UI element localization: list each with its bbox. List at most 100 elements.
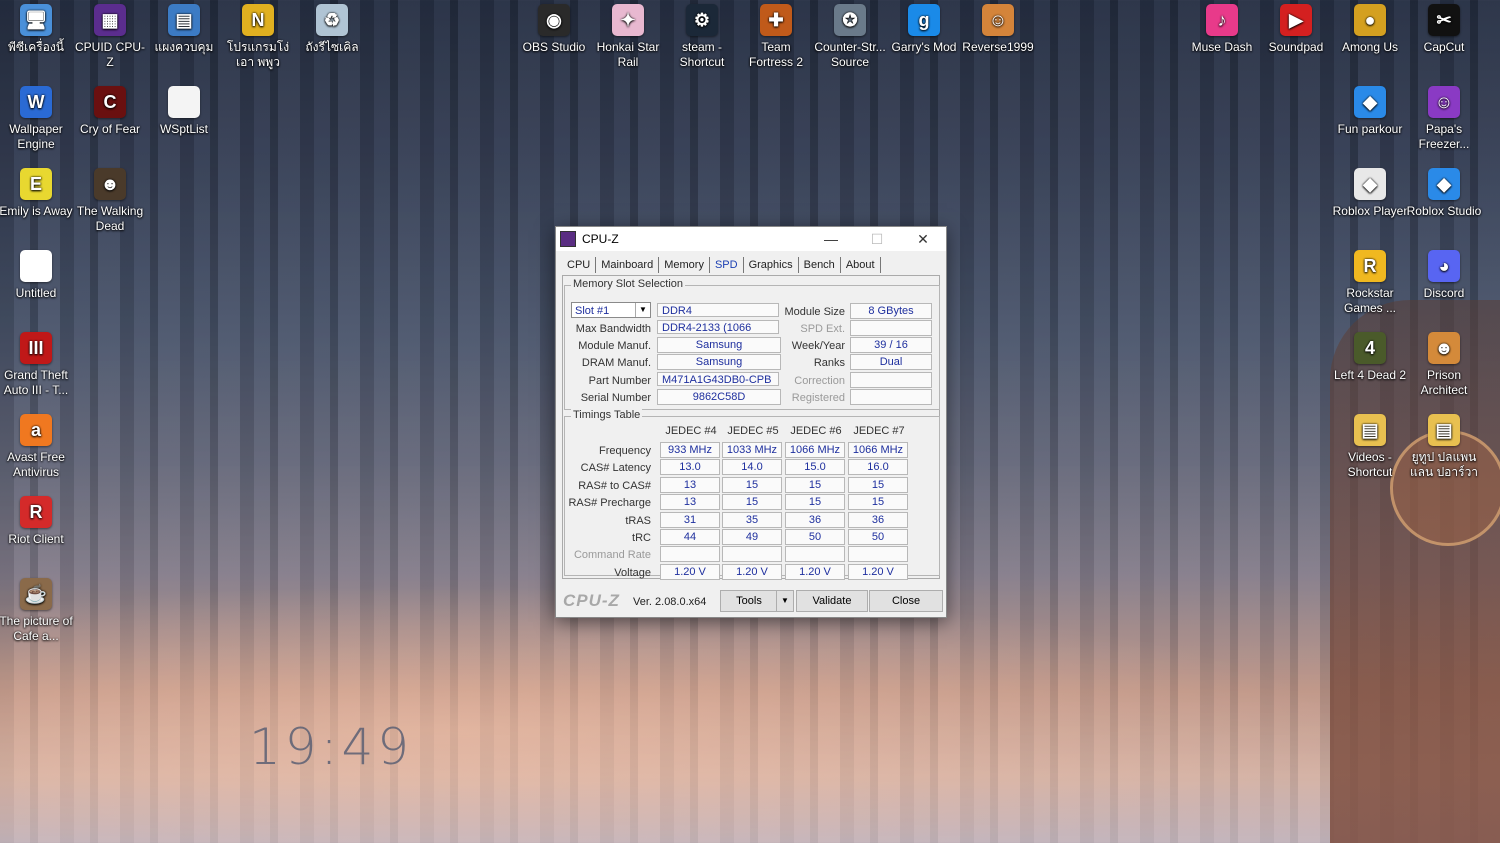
desktop-icon[interactable]: ▦ CPUID CPU-Z	[72, 0, 148, 70]
desktop-icon[interactable]: ▶ Soundpad	[1258, 0, 1334, 55]
desktop-icon[interactable]: ♻ ถังรีไซเคิล	[294, 0, 370, 55]
timing-row-label: Voltage	[614, 566, 651, 579]
wallpaper-engine-icon: W	[20, 86, 52, 118]
maximize-button[interactable]: ☐	[854, 227, 900, 251]
timing-cell	[722, 546, 782, 563]
desktop-icon[interactable]: ◆ Roblox Player	[1332, 164, 1408, 219]
title-bar[interactable]: CPU-Z — ☐ ✕	[556, 227, 946, 251]
minimize-button[interactable]: —	[808, 227, 854, 251]
desktop-icon[interactable]: III Grand Theft Auto III - T...	[0, 328, 74, 398]
desktop-icon[interactable]: ☺ Papa's Freezer...	[1406, 82, 1482, 152]
desktop-icon[interactable]: 🖥 พีซีเครื่องนี้	[0, 0, 74, 55]
desktop-icon[interactable]: ▤ Videos - Shortcut	[1332, 410, 1408, 480]
desktop-icon[interactable]: ☻ The Walking Dead	[72, 164, 148, 234]
desktop-icon[interactable]: W Wallpaper Engine	[0, 82, 74, 152]
desktop-icon[interactable]: ◆ Roblox Studio	[1406, 164, 1482, 219]
tab-memory[interactable]: Memory	[659, 257, 710, 273]
desktop-icon[interactable]: a Avast Free Antivirus	[0, 410, 74, 480]
timing-row-label: CAS# Latency	[580, 462, 651, 475]
ranks-value: Dual	[850, 354, 932, 370]
desktop-icon-label: Among Us	[1341, 40, 1399, 54]
desktop-icon[interactable]: ◆ Fun parkour	[1332, 82, 1408, 137]
timing-cell: 13.0	[660, 459, 720, 476]
correction-value	[850, 372, 932, 388]
desktop-icon[interactable]: ☻ Prison Architect	[1406, 328, 1482, 398]
left4dead-icon: 4	[1354, 332, 1386, 364]
spd-ext-value	[850, 320, 932, 336]
desktop-icon[interactable]: ▤ แผงควบคุม	[146, 0, 222, 55]
gta-icon: III	[20, 332, 52, 364]
timings-group-label: Timings Table	[571, 409, 643, 421]
desktop-icon[interactable]: ⚙ steam - Shortcut	[664, 0, 740, 70]
desktop-icon[interactable]: ● Among Us	[1332, 0, 1408, 55]
slot-select[interactable]: Slot #1 ▼	[571, 302, 651, 318]
timing-cell: 15	[848, 476, 908, 493]
timing-cell: 1.20 V	[848, 563, 908, 580]
desktop-icon[interactable]: R Rockstar Games ...	[1332, 246, 1408, 316]
desktop-icon-label: Wallpaper Engine	[9, 122, 63, 151]
cpuz-brand: CPU-Z	[563, 591, 620, 610]
desktop-icon[interactable]: ☕ The picture of Cafe a...	[0, 574, 74, 644]
desktop-icon[interactable]: ▤ ยูทูป ปลแพนแลน ปอาร์วา	[1406, 410, 1482, 480]
desktop-icon[interactable]: N โปรแกรมโง่เอา พพูว	[220, 0, 296, 70]
memory-slot-group-label: Memory Slot Selection	[571, 278, 686, 290]
desktop-icon[interactable]: E Emily is Away	[0, 164, 74, 219]
desktop-icon-label: CapCut	[1423, 40, 1465, 54]
desktop-icon[interactable]: ✚ Team Fortress 2	[738, 0, 814, 70]
tab-bench[interactable]: Bench	[799, 257, 841, 273]
desktop-icon-label: The picture of Cafe a...	[0, 614, 73, 643]
ranks-label: Ranks	[813, 357, 845, 369]
reverse1999-icon: ☺	[982, 4, 1014, 36]
desktop-icon[interactable]: ◕ Discord	[1406, 246, 1482, 301]
desktop-icon[interactable]: WSptList	[146, 82, 222, 137]
tools-button[interactable]: Tools	[720, 590, 778, 612]
desktop-icon-label: Team Fortress 2	[748, 40, 803, 69]
desktop-icon[interactable]: R Riot Client	[0, 492, 74, 547]
tab-about[interactable]: About	[841, 257, 881, 273]
desktop-icon[interactable]: Untitled	[0, 246, 74, 301]
close-window-button[interactable]: ✕	[900, 227, 946, 251]
discord-icon: ◕	[1428, 250, 1460, 282]
timing-cell: 36	[785, 511, 845, 528]
desktop-icon-label: WSptList	[159, 122, 208, 136]
close-button[interactable]: Close	[869, 590, 943, 612]
desktop-icon-label: Roblox Player	[1332, 204, 1408, 218]
desktop-icon[interactable]: ☺ Reverse1999	[960, 0, 1036, 55]
desktop-icon-label: Roblox Studio	[1406, 204, 1482, 218]
desktop-icon[interactable]: ♪ Muse Dash	[1184, 0, 1260, 55]
timing-cell: 15	[785, 476, 845, 493]
document-icon	[168, 86, 200, 118]
folder-icon: ▤	[1428, 414, 1460, 446]
timing-cell: 13	[660, 494, 720, 511]
max-bandwidth-label: Max Bandwidth	[575, 323, 651, 335]
desktop-icon-label: Rockstar Games ...	[1343, 286, 1396, 315]
desktop-icon[interactable]: ✪ Counter-Str... Source	[812, 0, 888, 70]
desktop-icon-label: พีซีเครื่องนี้	[8, 40, 64, 54]
desktop-icon[interactable]: ✂ CapCut	[1406, 0, 1482, 55]
tab-graphics[interactable]: Graphics	[744, 257, 799, 273]
timing-cell	[785, 546, 845, 563]
timing-cell: 31	[660, 511, 720, 528]
tab-spd[interactable]: SPD	[709, 257, 744, 273]
timing-cell: 14.0	[722, 459, 782, 476]
among-us-icon: ●	[1354, 4, 1386, 36]
avast-icon: a	[20, 414, 52, 446]
cpuz-window: CPU-Z — ☐ ✕ CPU Mainboard Memory SPD Gra…	[555, 226, 947, 618]
roblox-fun-parkour-icon: ◆	[1354, 86, 1386, 118]
footer-bar: CPU-Z Ver. 2.08.0.x64 Tools ▼ Validate C…	[556, 583, 946, 617]
tools-dropdown-button[interactable]: ▼	[776, 590, 794, 612]
desktop-icon[interactable]: ✦ Honkai Star Rail	[590, 0, 666, 70]
capcut-icon: ✂	[1428, 4, 1460, 36]
validate-button[interactable]: Validate	[796, 590, 868, 612]
timing-cell	[848, 546, 908, 563]
tab-cpu[interactable]: CPU	[562, 257, 597, 273]
desktop-icon[interactable]: g Garry's Mod	[886, 0, 962, 55]
chevron-down-icon: ▼	[635, 303, 650, 317]
desktop-icon-label: Reverse1999	[962, 40, 1034, 54]
tab-mainboard[interactable]: Mainboard	[596, 257, 660, 273]
desktop-icon[interactable]: ◉ OBS Studio	[516, 0, 592, 55]
timing-cell: 13	[660, 476, 720, 493]
timing-cell: 50	[848, 529, 908, 545]
desktop-icon[interactable]: 4 Left 4 Dead 2	[1332, 328, 1408, 383]
desktop-icon[interactable]: C Cry of Fear	[72, 82, 148, 137]
